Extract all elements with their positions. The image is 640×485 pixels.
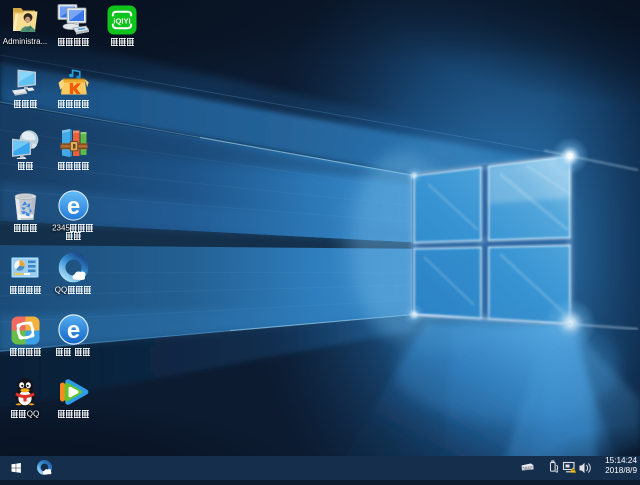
svg-text:e: e bbox=[66, 317, 79, 344]
svg-text:iQIYI: iQIYI bbox=[113, 16, 130, 25]
svg-text:e: e bbox=[66, 193, 79, 220]
